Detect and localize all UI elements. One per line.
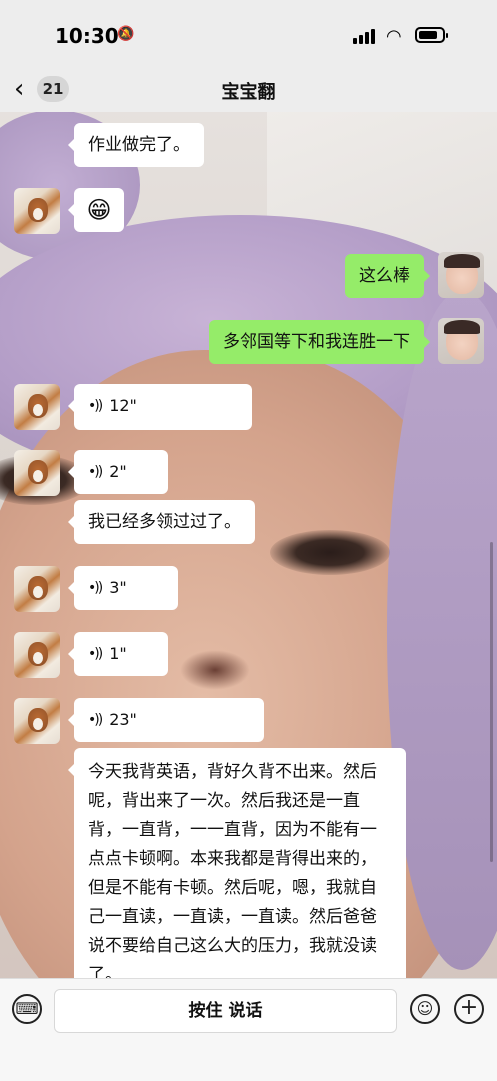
my-avatar[interactable] [438, 318, 484, 364]
contact-avatar[interactable] [14, 698, 60, 744]
voice-message[interactable]: •)) 1" [68, 632, 168, 676]
voice-message[interactable]: •)) 23" [68, 698, 264, 742]
chat-title: 宝宝翻 [221, 82, 276, 103]
message-bubble[interactable]: 作业做完了。 [68, 123, 204, 167]
message-text: 今天我背英语，背好久背不出来。然后呢，背出来了一次。然后我还是一直背，一直背，一… [88, 762, 377, 985]
contact-avatar[interactable] [14, 632, 60, 678]
message-bubble[interactable]: 😁 [68, 188, 124, 232]
my-avatar[interactable] [438, 252, 484, 298]
keyboard-icon[interactable]: ⌨ [12, 994, 42, 1024]
message-bubble[interactable]: 这么棒 [345, 254, 430, 298]
silent-bell-icon: 🔕 [117, 26, 135, 42]
voice-wave-icon: •)) [88, 398, 103, 414]
scrollbar[interactable] [490, 542, 493, 862]
status-bar: 10:30 🔕 ◠ [0, 0, 497, 70]
cellular-signal-icon [353, 28, 377, 44]
input-bar: ⌨ 按住 说话 ☺ + [0, 978, 497, 1081]
voice-duration: 2" [109, 462, 127, 481]
voice-duration: 1" [109, 644, 127, 663]
voice-message[interactable]: •)) 3" [68, 566, 178, 610]
battery-icon [415, 27, 448, 43]
contact-avatar[interactable] [14, 188, 60, 234]
message-text: 我已经多领过过了。 [88, 512, 241, 532]
emoji-icon[interactable]: ☺ [410, 994, 440, 1024]
voice-message[interactable]: •)) 2" [68, 450, 168, 494]
voice-wave-icon: •)) [88, 580, 103, 596]
voice-duration: 3" [109, 578, 127, 597]
contact-avatar[interactable] [14, 384, 60, 430]
voice-wave-icon: •)) [88, 712, 103, 728]
message-bubble[interactable]: 多邻国等下和我连胜一下 [209, 320, 430, 364]
grin-emoji-icon: 😁 [86, 196, 112, 224]
contact-avatar[interactable] [14, 450, 60, 496]
status-time: 10:30 [55, 24, 119, 48]
hold-to-talk-button[interactable]: 按住 说话 [54, 989, 397, 1033]
voice-wave-icon: •)) [88, 464, 103, 480]
voice-message[interactable]: •)) 12" [68, 384, 252, 430]
plus-icon[interactable]: + [454, 994, 484, 1024]
message-text: 作业做完了。 [88, 135, 190, 155]
chat-header: ‹ 21 宝宝翻 [0, 70, 497, 112]
message-bubble[interactable]: 今天我背英语，背好久背不出来。然后呢，背出来了一次。然后我还是一直背，一直背，一… [68, 748, 406, 1000]
message-list[interactable]: 作业做完了。 😁 这么棒 多邻国等下和我连胜一下 •)) 12" •)) 2" 我已… [0, 112, 497, 1000]
message-text: 多邻国等下和我连胜一下 [223, 332, 410, 352]
wifi-icon: ◠ [386, 26, 402, 47]
voice-wave-icon: •)) [88, 646, 103, 662]
voice-duration: 12" [109, 396, 137, 415]
contact-avatar[interactable] [14, 566, 60, 612]
voice-duration: 23" [109, 710, 137, 729]
message-bubble[interactable]: 我已经多领过过了。 [68, 500, 255, 544]
message-text: 这么棒 [359, 266, 410, 286]
